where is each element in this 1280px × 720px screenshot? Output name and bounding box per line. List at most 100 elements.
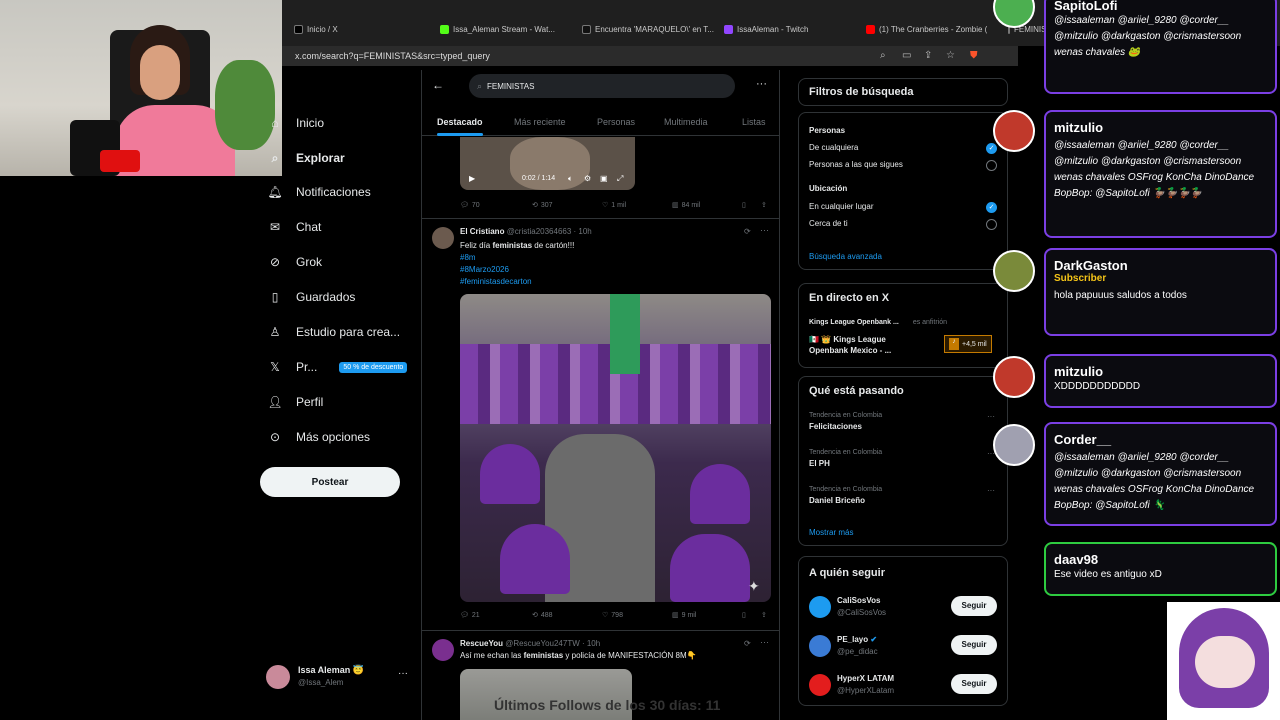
sidebar-item-mas-opciones[interactable]: ⊙ Más opciones [268, 430, 370, 444]
listeners-badge[interactable]: ♪ +4,5 mil [944, 335, 992, 353]
hashtag[interactable]: #8Marzo2026 [460, 265, 509, 274]
reply-button[interactable]: 💬︎ 21 [460, 611, 480, 620]
more-icon[interactable]: ··· [987, 486, 995, 495]
repost-button[interactable]: ⟲ 307 [532, 201, 553, 210]
views-button[interactable]: ▥ 9 mil [672, 611, 696, 620]
sidebar-item-guardados[interactable]: ▯ Guardados [268, 290, 356, 304]
search-icon[interactable]: ⌕ [880, 50, 886, 61]
more-icon[interactable]: ··· [756, 78, 767, 90]
follow-button[interactable]: Seguir [951, 635, 997, 655]
trend-item[interactable]: Tendencia en Colombia Felicitaciones ··· [809, 412, 999, 431]
sidebar-item-notificaciones[interactable]: 🔔︎ Notificaciones [267, 185, 370, 199]
settings-icon[interactable]: ⚙ [584, 174, 591, 183]
follow-button[interactable]: Seguir [951, 674, 997, 694]
author-name: El Cristiano [460, 227, 505, 236]
tab-destacado[interactable]: Destacado [437, 117, 483, 127]
search-input[interactable]: ⌕ FEMINISTAS [469, 74, 735, 98]
trend-item[interactable]: Tendencia en Colombia El PH ··· [809, 449, 999, 468]
bookmark-icon[interactable]: ▯ [742, 611, 746, 619]
chat-message: Corder__ @issaaleman @ariiel_9280 @corde… [1044, 422, 1277, 526]
chat-username: mitzulio [1054, 364, 1104, 379]
filter-section-label: Ubicación [809, 184, 848, 193]
sidebar-item-explorar[interactable]: ⌕ Explorar [268, 151, 345, 166]
filter-option[interactable]: De cualquiera [809, 143, 858, 152]
tweet[interactable]: El Cristiano @cristia20364663 · 10h ⟳ ··… [422, 219, 779, 629]
follow-suggestion[interactable]: HyperX LATAM @HyperXLatam Seguir [809, 672, 1001, 698]
home-icon: ⌂ [271, 116, 279, 130]
radio-checked-icon[interactable]: ✓ [986, 143, 997, 154]
share-icon[interactable]: ⇪ [761, 611, 767, 619]
follow-suggestion[interactable]: PE_layo ✔ @pe_didac Seguir [809, 633, 1001, 659]
avatar [809, 635, 831, 657]
purple-scarf [670, 534, 750, 602]
more-icon[interactable]: ··· [760, 637, 769, 647]
repost-icon: ⟲ [532, 202, 538, 209]
more-icon[interactable]: ··· [760, 225, 769, 235]
sidebar-item-grok[interactable]: ⊘ Grok [268, 255, 322, 269]
chat-avatar [993, 424, 1035, 466]
star-icon[interactable]: ☆ [946, 50, 955, 61]
live-stream-title[interactable]: 🇲🇽 👑 Kings League Openbank Mexico - ... [809, 334, 919, 356]
follow-button[interactable]: Seguir [951, 596, 997, 616]
like-button[interactable]: ♡ 798 [602, 611, 623, 620]
show-more-link[interactable]: Mostrar más [809, 528, 853, 537]
chat-text: @issaaleman @ariiel_9280 @corder__ @mitz… [1054, 140, 1255, 199]
account-switcher[interactable]: Issa Aleman 😇 @Issa_Alem ··· [266, 663, 411, 691]
sidebar-item-inicio[interactable]: ⌂ Inicio [268, 116, 324, 130]
share-icon[interactable]: ⇪ [761, 201, 767, 209]
repost-button[interactable]: ⟲ 488 [532, 611, 553, 620]
tab-multimedia[interactable]: Multimedia [664, 117, 708, 127]
sidebar-item-premium[interactable]: 𝕏 Pr... 50 % de descuento [268, 360, 408, 374]
play-icon[interactable]: ▶ [469, 174, 475, 183]
cast-icon[interactable]: ▭ [902, 50, 911, 61]
reply-button[interactable]: 💬︎ 70 [460, 201, 480, 210]
brave-shield-icon[interactable]: ⛊ [970, 50, 978, 61]
share-icon[interactable]: ⇪ [924, 50, 932, 61]
radio-icon[interactable] [986, 219, 997, 230]
filter-option[interactable]: Personas a las que sigues [809, 160, 903, 169]
trend-item[interactable]: Tendencia en Colombia Daniel Briceño ··· [809, 486, 999, 505]
chat-message: mitzulio @issaaleman @ariiel_9280 @corde… [1044, 110, 1277, 238]
views-icon: ▥ [672, 202, 679, 209]
browser-tab[interactable]: Issa_Aleman Stream - Wat... [440, 20, 555, 38]
post-button[interactable]: Postear [260, 467, 400, 497]
grok-icon[interactable]: ⟳ [744, 227, 751, 236]
follow-suggestion[interactable]: CaliSosVos @CaliSosVos Seguir [809, 594, 1001, 620]
search-icon: ⌕ [477, 80, 483, 91]
sidebar-item-chat[interactable]: ✉ Chat [268, 220, 321, 234]
browser-tab[interactable]: Encuentra 'MARAQUELO\' en T... [582, 20, 714, 38]
more-icon[interactable]: ··· [398, 668, 408, 679]
radio-icon[interactable] [986, 160, 997, 171]
views-button[interactable]: ▥ 84 mil [672, 201, 700, 210]
tab-personas[interactable]: Personas [597, 117, 635, 127]
like-button[interactable]: ♡ 1 mil [602, 201, 626, 210]
grok-icon[interactable]: ⟳ [744, 639, 751, 648]
live-on-x-panel: En directo en X Kings League Openbank ..… [798, 283, 1008, 368]
chat-text: @issaaleman @ariiel_9280 @corder__ @mitz… [1054, 452, 1255, 511]
filter-option[interactable]: En cualquier lugar [809, 202, 873, 211]
sidebar-item-estudio[interactable]: ♙ Estudio para crea... [268, 325, 400, 339]
video-player[interactable]: ▶ 0:02 / 1:14 🔈︎ ⚙ ▣ ⤢ [460, 137, 635, 190]
bookmark-icon[interactable]: ▯ [742, 201, 746, 209]
panel-title: Filtros de búsqueda [809, 86, 914, 98]
more-icon[interactable]: ··· [987, 412, 995, 421]
pip-icon[interactable]: ▣ [600, 174, 608, 183]
active-tab-indicator [437, 133, 483, 136]
tweet-image[interactable]: ✦ [460, 294, 771, 602]
live-host[interactable]: Kings League Openbank ... es anfitrión [809, 319, 947, 326]
person-icon: 👤︎ [267, 395, 283, 409]
grok-icon: ⊘ [269, 255, 281, 269]
tab-mas-reciente[interactable]: Más reciente [514, 117, 566, 127]
sidebar-item-perfil[interactable]: 👤︎ Perfil [267, 395, 323, 409]
volume-icon[interactable]: 🔈︎ [568, 174, 573, 184]
tab-listas[interactable]: Listas [742, 117, 766, 127]
hashtag[interactable]: #8m [460, 253, 476, 262]
filter-option[interactable]: Cerca de ti [809, 219, 848, 228]
fullscreen-icon[interactable]: ⤢ [617, 174, 623, 184]
advanced-search-link[interactable]: Búsqueda avanzada [809, 252, 882, 261]
browser-tab[interactable]: (1) The Cranberries - Zombie ( [866, 20, 987, 38]
back-arrow-icon[interactable]: ← [432, 78, 444, 92]
hashtag[interactable]: #feministasdecarton [460, 277, 532, 286]
browser-tab[interactable]: IssaAleman - Twitch [724, 20, 808, 38]
radio-checked-icon[interactable]: ✓ [986, 202, 997, 213]
